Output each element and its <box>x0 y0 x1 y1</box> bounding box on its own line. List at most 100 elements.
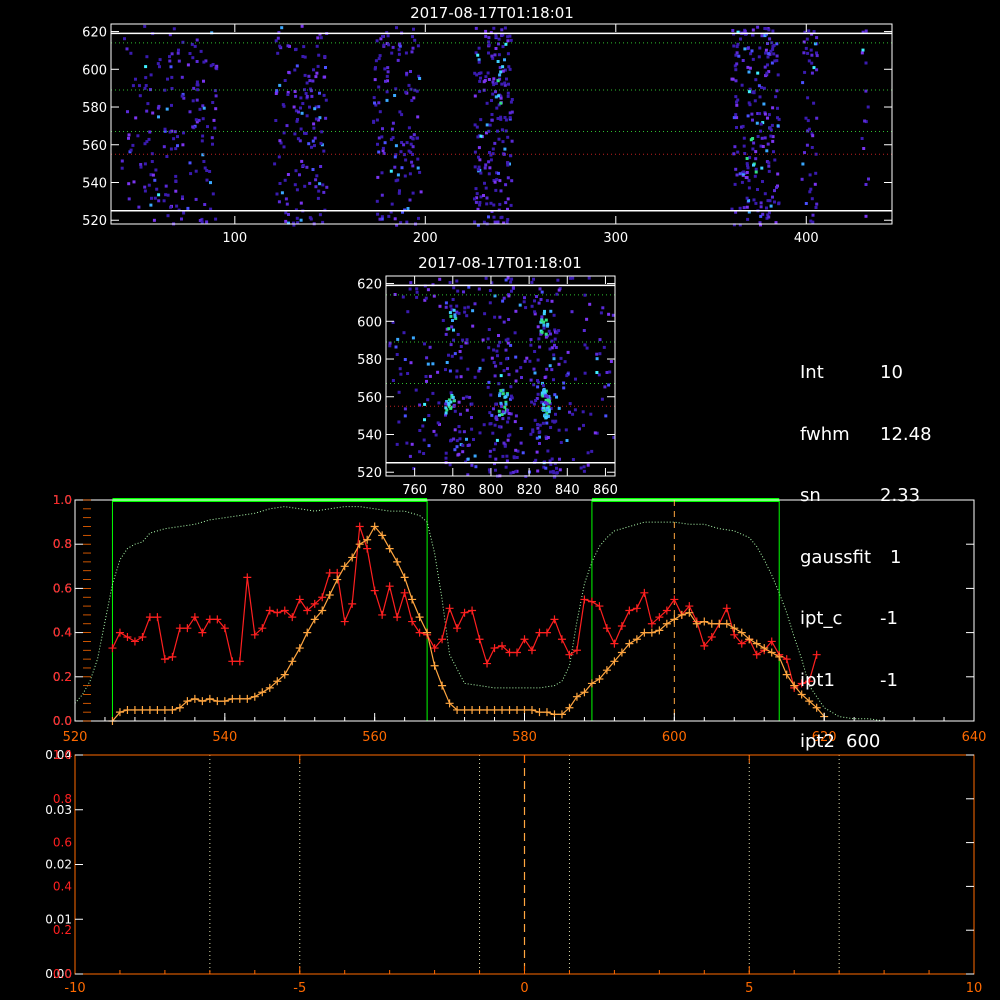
spectro-pixel <box>772 44 776 47</box>
x-tick-label: 820 <box>517 483 542 498</box>
spectro-pixel <box>387 43 391 47</box>
spectro-pixel <box>546 449 550 453</box>
spectro-pixel <box>474 200 478 204</box>
spectro-pixel <box>457 400 461 404</box>
spectro-pixel <box>489 201 493 205</box>
spectro-pixel <box>551 469 555 473</box>
data-point <box>640 588 649 597</box>
spectro-pixel <box>137 205 141 209</box>
spectro-pixel <box>507 416 511 420</box>
spectro-pixel <box>127 197 131 201</box>
fit-point <box>572 692 581 701</box>
x-tick-label: 580 <box>512 730 537 745</box>
spectro-pixel <box>193 44 197 48</box>
spectro-pixel <box>172 137 176 141</box>
spectro-hot-pixel <box>754 170 758 174</box>
spectro-pixel <box>557 406 561 410</box>
data-point <box>535 628 544 637</box>
spectro-pixel <box>771 106 775 110</box>
spectro-hot-pixel <box>754 157 758 161</box>
spectro-pixel <box>134 77 137 81</box>
spectro-pixel <box>482 194 485 197</box>
spectro-pixel <box>404 90 408 94</box>
y-tick-label: 620 <box>357 278 382 293</box>
spectro-hot-pixel <box>542 323 546 327</box>
spectro-pixel <box>506 91 510 95</box>
spectro-pixel <box>571 412 575 416</box>
spectro-pixel <box>202 79 205 83</box>
spectro-pixel <box>503 26 507 30</box>
spectro-pixel <box>314 117 318 121</box>
spectro-pixel <box>157 199 161 203</box>
spectro-pixel <box>812 101 816 105</box>
spectro-pixel <box>388 344 392 348</box>
spectro-pixel <box>510 139 514 143</box>
spectro-pixel <box>473 375 477 379</box>
spectro-pixel <box>465 338 469 342</box>
spectro-pixel <box>280 26 284 30</box>
spectro-pixel <box>501 69 505 73</box>
spectro-pixel <box>295 216 299 220</box>
spectro-pixel <box>182 211 186 215</box>
spectro-pixel <box>461 443 465 447</box>
x-tick-label: 100 <box>222 231 247 246</box>
y-tick-label: 560 <box>82 139 107 154</box>
spectro-pixel <box>147 183 151 187</box>
spectro-pixel <box>607 383 611 387</box>
spectro-pixel <box>213 126 217 130</box>
spectro-hot-pixel <box>749 138 753 142</box>
spectro-pixel <box>487 172 491 176</box>
bottom-reference-lines <box>209 755 840 974</box>
spectro-pixel <box>319 141 323 145</box>
data-point <box>483 659 492 668</box>
spectro-pixel <box>444 301 448 305</box>
spectro-hot-pixel <box>745 157 749 160</box>
data-point <box>183 624 192 633</box>
spectro-pixel <box>384 79 387 83</box>
spectro-pixel <box>582 465 586 469</box>
x-tick-label: 640 <box>962 730 987 745</box>
spectro-pixel <box>277 200 281 204</box>
spectro-pixel <box>132 180 136 184</box>
spectro-pixel <box>736 42 740 46</box>
x-tick-label: 10 <box>966 981 983 996</box>
spectro-pixel <box>318 91 321 95</box>
spectro-pixel <box>735 173 739 177</box>
spectro-pixel <box>408 454 412 458</box>
spectro-pixel <box>395 26 398 30</box>
spectro-pixel <box>471 324 475 328</box>
spectro-hot-pixel <box>501 410 505 414</box>
spectro-pixel <box>143 162 147 166</box>
spectro-pixel <box>296 137 300 141</box>
spectro-pixel <box>378 217 382 221</box>
spectro-pixel <box>406 207 410 210</box>
y-tick-label: 600 <box>82 63 107 78</box>
spectro-pixel <box>415 290 419 294</box>
spectro-pixel <box>126 110 129 114</box>
spectro-pixel <box>299 201 303 205</box>
spectro-pixel <box>411 46 415 50</box>
data-point <box>235 657 244 666</box>
data-point <box>490 644 499 653</box>
spectro-pixel <box>741 59 745 62</box>
spectro-pixel <box>150 160 154 163</box>
spectro-pixel <box>278 83 282 87</box>
spectro-pixel <box>295 188 299 192</box>
spectro-pixel <box>465 314 469 318</box>
spectro-pixel <box>315 44 319 48</box>
spectro-pixel <box>761 180 764 183</box>
spectro-pixel <box>120 166 124 170</box>
spectro-pixel <box>507 65 511 69</box>
spectro-pixel <box>390 127 394 131</box>
data-point <box>115 628 124 637</box>
spectro-pixel <box>864 214 868 218</box>
spectro-pixel <box>417 216 420 220</box>
spectro-pixel <box>409 281 413 285</box>
spectro-pixel <box>767 211 771 215</box>
x-tick-label: 520 <box>63 730 88 745</box>
spectro-pixel <box>508 34 512 38</box>
spectro-pixel <box>742 206 746 210</box>
spectro-pixel <box>504 278 508 282</box>
spectro-pixel <box>766 142 770 146</box>
spectro-pixel <box>284 197 288 201</box>
